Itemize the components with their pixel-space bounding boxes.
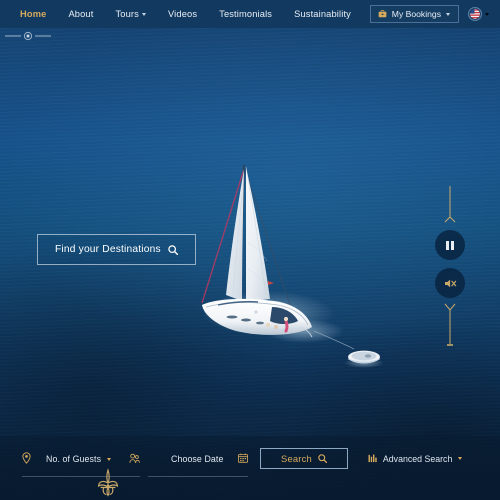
- media-controls-column: [433, 186, 467, 348]
- chevron-down-icon: [107, 457, 112, 461]
- guests-field-underline: [22, 476, 140, 477]
- search-button-label: Search: [281, 453, 312, 464]
- sliders-icon: [368, 454, 377, 463]
- pause-icon: [446, 240, 454, 250]
- date-field[interactable]: Choose Date: [148, 448, 248, 477]
- briefcase-icon: [378, 10, 387, 18]
- nav-item-videos[interactable]: Videos: [157, 0, 208, 28]
- top-navigation-bar: Home About Tours Videos Testimonials Sus…: [0, 0, 500, 28]
- nav-item-home-label: Home: [20, 9, 47, 19]
- us-flag-icon: [468, 7, 482, 21]
- advanced-search-toggle[interactable]: Advanced Search: [368, 448, 463, 469]
- date-field-underline: [148, 476, 248, 477]
- nav-item-about[interactable]: About: [57, 0, 104, 28]
- find-destinations-button[interactable]: Find your Destinations: [37, 234, 196, 265]
- chevron-down-icon: [458, 457, 463, 460]
- nav-item-tours-label: Tours: [115, 9, 139, 19]
- people-group-icon: [129, 453, 140, 463]
- nav-item-tours[interactable]: Tours: [104, 0, 156, 28]
- guests-field[interactable]: No. of Guests: [22, 448, 140, 477]
- nav-item-testimonials[interactable]: Testimonials: [208, 0, 283, 28]
- nav-links: Home About Tours Videos Testimonials Sus…: [9, 0, 362, 28]
- location-pin-icon: [22, 452, 31, 464]
- my-bookings-label: My Bookings: [391, 9, 441, 19]
- find-destinations-label: Find your Destinations: [55, 244, 161, 255]
- mute-speaker-icon: [444, 279, 456, 287]
- line-ornament-bottom-icon: [444, 303, 456, 346]
- nav-item-sustainability-label: Sustainability: [294, 9, 351, 19]
- bottom-search-bar: No. of Guests Choose Date Search Advance…: [0, 436, 500, 500]
- calendar-icon: [238, 453, 248, 463]
- advanced-search-label: Advanced Search: [382, 453, 453, 464]
- search-icon: [168, 244, 178, 255]
- my-bookings-button[interactable]: My Bookings: [369, 5, 459, 23]
- nav-item-testimonials-label: Testimonials: [219, 9, 273, 19]
- chevron-down-icon: [485, 13, 489, 16]
- search-button[interactable]: Search: [260, 448, 348, 469]
- page-root: Home About Tours Videos Testimonials Sus…: [0, 0, 500, 500]
- language-selector[interactable]: [468, 7, 489, 21]
- guests-label: No. of Guests: [46, 454, 102, 464]
- line-ornament-top-icon: [444, 186, 456, 223]
- nav-item-about-label: About: [68, 9, 94, 19]
- nav-item-home[interactable]: Home: [9, 0, 57, 28]
- nav-item-videos-label: Videos: [167, 9, 198, 19]
- chevron-down-icon: [141, 13, 146, 16]
- sailboat-photo-subject: [196, 135, 386, 380]
- date-label: Choose Date: [171, 454, 224, 464]
- pause-button[interactable]: [435, 230, 465, 260]
- nav-item-sustainability[interactable]: Sustainability: [283, 0, 362, 28]
- nav-right-group: My Bookings: [369, 5, 491, 23]
- mute-button[interactable]: [435, 268, 465, 298]
- search-icon: [318, 454, 327, 463]
- chevron-down-icon: [446, 13, 450, 16]
